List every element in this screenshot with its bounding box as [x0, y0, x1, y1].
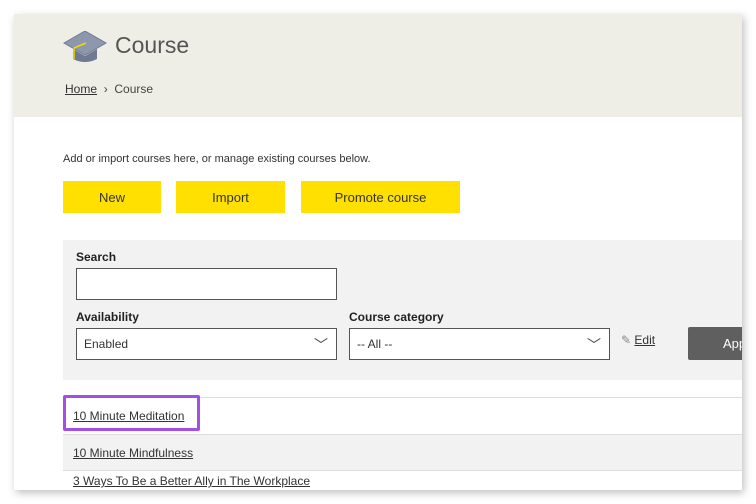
- availability-label: Availability: [76, 310, 139, 324]
- course-row: 3 Ways To Be a Better Ally in The Workpl…: [63, 470, 742, 490]
- import-button[interactable]: Import: [176, 181, 285, 213]
- breadcrumb: Home › Course: [65, 82, 153, 96]
- availability-select[interactable]: Enabled ﹀: [76, 328, 337, 360]
- course-page: Course Home › Course Add or import cours…: [14, 14, 742, 490]
- new-button[interactable]: New: [63, 181, 161, 213]
- intro-text: Add or import courses here, or manage ex…: [63, 153, 371, 165]
- course-category-value: -- All --: [357, 337, 393, 351]
- search-input[interactable]: [76, 268, 337, 300]
- course-link[interactable]: 10 Minute Mindfulness: [73, 446, 193, 460]
- graduation-cap-icon: [62, 31, 108, 62]
- breadcrumb-current: Course: [114, 82, 154, 96]
- promote-course-button[interactable]: Promote course: [301, 181, 460, 213]
- course-row: 10 Minute Mindfulness: [63, 434, 742, 470]
- filter-panel: Search Availability Enabled ﹀ Course cate…: [63, 240, 742, 380]
- chevron-down-icon: ﹀: [587, 337, 601, 353]
- course-category-label: Course category: [349, 310, 444, 324]
- edit-label: Edit: [634, 333, 656, 347]
- highlight-box: [63, 395, 200, 431]
- edit-category-link[interactable]: ✎ Edit: [621, 333, 655, 347]
- search-label: Search: [76, 250, 117, 264]
- course-link[interactable]: 3 Ways To Be a Better Ally in The Workpl…: [73, 474, 310, 488]
- page-title: Course: [115, 32, 190, 58]
- pencil-icon: ✎: [621, 333, 632, 347]
- course-category-select[interactable]: -- All -- ﹀: [349, 328, 610, 360]
- chevron-right-icon: ›: [100, 82, 112, 96]
- page-header: Course Home › Course: [14, 14, 742, 117]
- apply-button[interactable]: Apply: [688, 327, 742, 360]
- chevron-down-icon: ﹀: [314, 337, 328, 353]
- availability-value: Enabled: [84, 337, 129, 351]
- breadcrumb-home-link[interactable]: Home: [65, 82, 97, 96]
